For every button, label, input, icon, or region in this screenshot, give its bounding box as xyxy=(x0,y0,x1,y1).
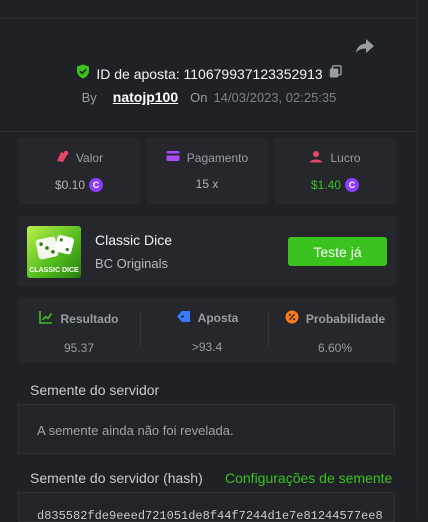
by-label: By xyxy=(81,89,97,105)
coin-icon: C xyxy=(345,178,360,192)
stat-card-lucro: Lucro $1.40 C xyxy=(274,138,396,204)
share-icon[interactable] xyxy=(354,36,376,56)
server-seed-box: A semente ainda não foi revelada. xyxy=(18,404,395,454)
aposta-value: >93.4 xyxy=(191,340,223,354)
result-value: 95.37 xyxy=(63,341,95,355)
probabilidade-value: 6.60% xyxy=(317,341,353,355)
section-divider xyxy=(0,131,418,132)
payment-card-icon xyxy=(166,150,180,165)
bet-tag-icon xyxy=(176,310,191,326)
stat-value: 15 x xyxy=(195,177,219,191)
aposta-col: Aposta >93.4 xyxy=(146,297,268,363)
game-name[interactable]: Classic Dice xyxy=(95,232,172,248)
stat-card-pagamento: Pagamento 15 x xyxy=(146,138,268,204)
game-provider: BC Originals xyxy=(95,256,168,271)
column-divider xyxy=(140,311,141,349)
bet-id-row: ID de aposta: 110679937123352913 xyxy=(0,64,418,84)
game-thumbnail-label: CLASSIC DICE xyxy=(29,267,79,274)
try-now-button[interactable]: Teste já xyxy=(288,237,387,266)
stat-value: $1.40 xyxy=(310,178,342,192)
copy-icon[interactable] xyxy=(329,65,342,83)
server-seed-text: A semente ainda não foi revelada. xyxy=(37,423,234,438)
stat-label: Lucro xyxy=(330,151,361,165)
profit-user-icon xyxy=(309,150,323,166)
bet-id-text: ID de aposta: 110679937123352913 xyxy=(96,66,323,82)
probabilidade-col: Probabilidade 6.60% xyxy=(274,297,396,363)
top-divider xyxy=(0,0,418,19)
coin-icon: C xyxy=(89,178,104,192)
stat-label: Valor xyxy=(75,151,104,165)
stat-card-valor: Valor $0.10 C xyxy=(18,138,140,204)
stat-label: Pagamento xyxy=(186,150,249,165)
result-chart-icon xyxy=(39,310,53,327)
shield-check-icon xyxy=(76,64,90,84)
result-col: Resultado 95.37 xyxy=(18,297,140,363)
stat-value: $0.10 xyxy=(54,178,86,192)
game-thumbnail[interactable]: CLASSIC DICE xyxy=(27,226,81,278)
game-card: CLASSIC DICE Classic Dice BC Originals T… xyxy=(18,216,396,286)
bet-chips-icon xyxy=(55,150,69,166)
bet-datetime: 14/03/2023, 02:25:35 xyxy=(213,89,337,105)
seed-settings-link[interactable]: Configurações de semente xyxy=(225,470,392,486)
server-seed-hash: d835582fde9eeed721051de8f44f7244d1e7e812… xyxy=(37,509,383,522)
server-seed-label: Semente do servidor xyxy=(30,382,160,398)
username-link[interactable]: natojp100 xyxy=(113,89,178,105)
result-label: Resultado xyxy=(60,311,119,326)
server-seed-hash-label: Semente do servidor (hash) xyxy=(30,470,203,486)
column-divider xyxy=(268,311,269,349)
aposta-label: Aposta xyxy=(197,311,239,325)
bet-meta-row: By natojp100 On 14/03/2023, 02:25:35 xyxy=(0,87,418,107)
probabilidade-label: Probabilidade xyxy=(305,311,386,326)
on-label: On xyxy=(190,89,208,105)
result-card: Resultado 95.37 Aposta >93.4 Probabilida… xyxy=(18,297,396,363)
percent-icon xyxy=(285,310,299,327)
